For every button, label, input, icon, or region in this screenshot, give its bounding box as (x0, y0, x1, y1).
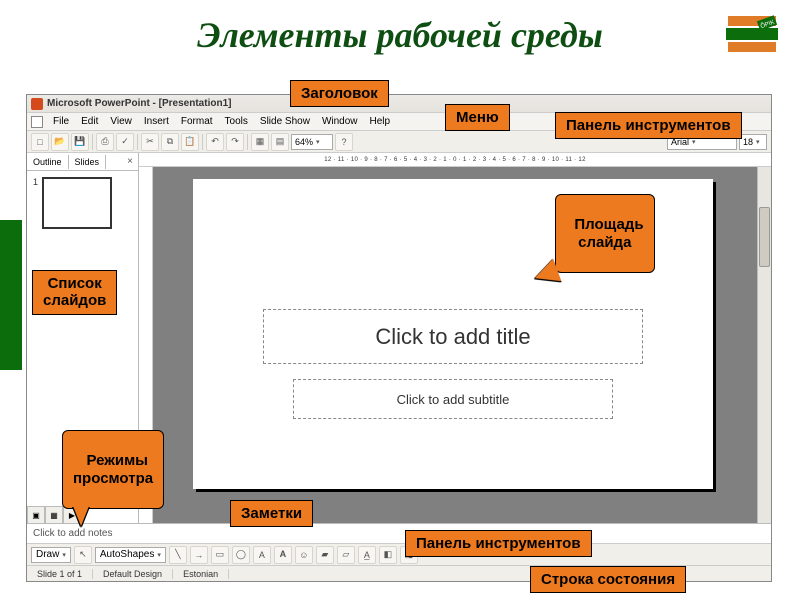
menu-slideshow[interactable]: Slide Show (255, 116, 315, 127)
slide-canvas-area[interactable]: Click to add title Click to add subtitle (153, 167, 771, 523)
callout-notes: Заметки (230, 500, 313, 527)
document-icon (31, 116, 43, 128)
zoom-combo[interactable]: 64% (291, 134, 333, 150)
lecture-title: Элементы рабочей среды (0, 0, 800, 66)
menu-window[interactable]: Window (317, 116, 363, 127)
separator (137, 134, 138, 150)
tab-slides[interactable]: Slides (69, 155, 107, 169)
help-button[interactable]: ? (335, 133, 353, 151)
shadow-button[interactable]: ◧ (379, 546, 397, 564)
oval-button[interactable]: ◯ (232, 546, 250, 564)
callout-menu: Меню (445, 104, 510, 131)
separator (247, 134, 248, 150)
clipart-button[interactable]: ☺ (295, 546, 313, 564)
sorter-view-button[interactable]: ▦ (45, 506, 63, 523)
callout-view-modes: Режимы просмотра (62, 430, 164, 509)
menu-file[interactable]: File (48, 116, 74, 127)
open-button[interactable]: 📂 (51, 133, 69, 151)
slide-number: 1 (33, 177, 38, 500)
toolbar-drawing: Draw ↖ AutoShapes ╲ → ▭ ◯ A 𝐀 ☺ ▰ ▱ A̲ ◧… (27, 543, 771, 565)
callout-status: Строка состояния (530, 566, 686, 593)
menu-format[interactable]: Format (176, 116, 218, 127)
menu-view[interactable]: View (105, 116, 137, 127)
scrollbar-thumb[interactable] (759, 207, 770, 267)
separator (92, 134, 93, 150)
draw-menu[interactable]: Draw (31, 547, 71, 563)
tab-outline[interactable]: Outline (27, 155, 69, 169)
callout-toolbar-bottom: Панель инструментов (405, 530, 592, 557)
rect-button[interactable]: ▭ (211, 546, 229, 564)
font-size-combo[interactable]: 18 (739, 134, 767, 150)
subtitle-placeholder[interactable]: Click to add subtitle (293, 379, 613, 419)
callout-slide-area: Площадь слайда (555, 194, 655, 273)
cut-button[interactable]: ✂ (141, 133, 159, 151)
arrow-button[interactable]: → (190, 546, 208, 564)
window-title: Microsoft PowerPoint - [Presentation1] (47, 98, 231, 109)
select-button[interactable]: ↖ (74, 546, 92, 564)
notes-pane[interactable]: Click to add notes (27, 523, 771, 543)
title-bar: Microsoft PowerPoint - [Presentation1] (27, 95, 771, 113)
font-color-button[interactable]: A̲ (358, 546, 376, 564)
chart-button[interactable]: ▦ (251, 133, 269, 151)
undo-button[interactable]: ↶ (206, 133, 224, 151)
zoom-value: 64% (295, 137, 313, 147)
slide-thumbnail[interactable] (42, 177, 112, 229)
menu-insert[interactable]: Insert (139, 116, 174, 127)
decorative-green-bar (0, 220, 22, 370)
status-lang: Estonian (173, 569, 229, 579)
font-size-value: 18 (743, 137, 753, 147)
callout-title: Заголовок (290, 80, 389, 107)
redo-button[interactable]: ↷ (226, 133, 244, 151)
menu-edit[interactable]: Edit (76, 116, 103, 127)
logo-opik: ÕPIK (722, 8, 782, 58)
callout-tail-icon (73, 506, 89, 526)
title-placeholder[interactable]: Click to add title (263, 309, 643, 364)
status-design: Default Design (93, 569, 173, 579)
normal-view-button[interactable]: ▣ (27, 506, 45, 523)
separator (202, 134, 203, 150)
fill-color-button[interactable]: ▰ (316, 546, 334, 564)
new-button[interactable]: □ (31, 133, 49, 151)
powerpoint-icon (31, 98, 43, 110)
pane-tabs: Outline Slides × (27, 153, 138, 171)
spell-button[interactable]: ✓ (116, 133, 134, 151)
save-button[interactable]: 💾 (71, 133, 89, 151)
line-button[interactable]: ╲ (169, 546, 187, 564)
callout-toolbar-top: Панель инструментов (555, 112, 742, 139)
autoshapes-menu[interactable]: AutoShapes (95, 547, 166, 563)
status-slide: Slide 1 of 1 (27, 569, 93, 579)
menu-help[interactable]: Help (365, 116, 396, 127)
horizontal-ruler: 12 · 11 · 10 · 9 · 8 · 7 · 6 · 5 · 4 · 3… (139, 153, 771, 167)
pane-close-button[interactable]: × (122, 156, 138, 167)
wordart-button[interactable]: 𝐀 (274, 546, 292, 564)
paste-button[interactable]: 📋 (181, 133, 199, 151)
menu-tools[interactable]: Tools (220, 116, 253, 127)
textbox-button[interactable]: A (253, 546, 271, 564)
print-button[interactable]: ⎙ (96, 133, 114, 151)
callout-slide-list: Список слайдов (32, 270, 117, 315)
line-color-button[interactable]: ▱ (337, 546, 355, 564)
vertical-scrollbar[interactable] (757, 167, 771, 523)
copy-button[interactable]: ⧉ (161, 133, 179, 151)
table-button[interactable]: ▤ (271, 133, 289, 151)
notes-placeholder: Click to add notes (33, 528, 113, 539)
editor-area: 12 · 11 · 10 · 9 · 8 · 7 · 6 · 5 · 4 · 3… (139, 153, 771, 523)
